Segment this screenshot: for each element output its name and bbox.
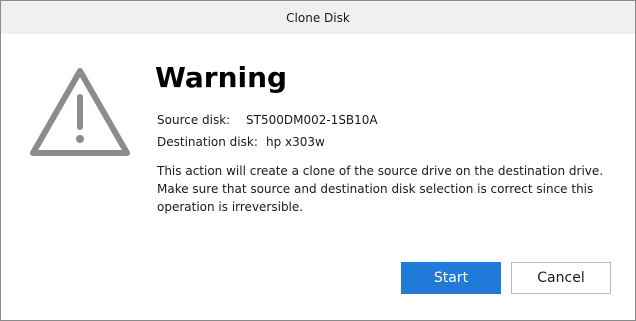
window-title: Clone Disk bbox=[286, 11, 350, 25]
destination-disk-value: hp x303w bbox=[266, 135, 325, 149]
clone-disk-dialog: Clone Disk Warning Source disk: ST500DM0… bbox=[0, 0, 636, 321]
cancel-button[interactable]: Cancel bbox=[511, 262, 611, 294]
warning-description: This action will create a clone of the s… bbox=[157, 164, 604, 214]
warning-heading: Warning bbox=[155, 61, 288, 94]
destination-disk-row: Destination disk: hp x303w bbox=[157, 134, 325, 150]
warning-triangle-icon bbox=[30, 68, 130, 156]
title-bar: Clone Disk bbox=[1, 1, 635, 34]
start-button[interactable]: Start bbox=[401, 262, 501, 294]
source-disk-label: Source disk: bbox=[157, 113, 231, 127]
destination-disk-label: Destination disk: bbox=[157, 135, 258, 149]
source-disk-row: Source disk: ST500DM002-1SB10A bbox=[157, 112, 378, 128]
source-disk-value: ST500DM002-1SB10A bbox=[246, 113, 378, 127]
